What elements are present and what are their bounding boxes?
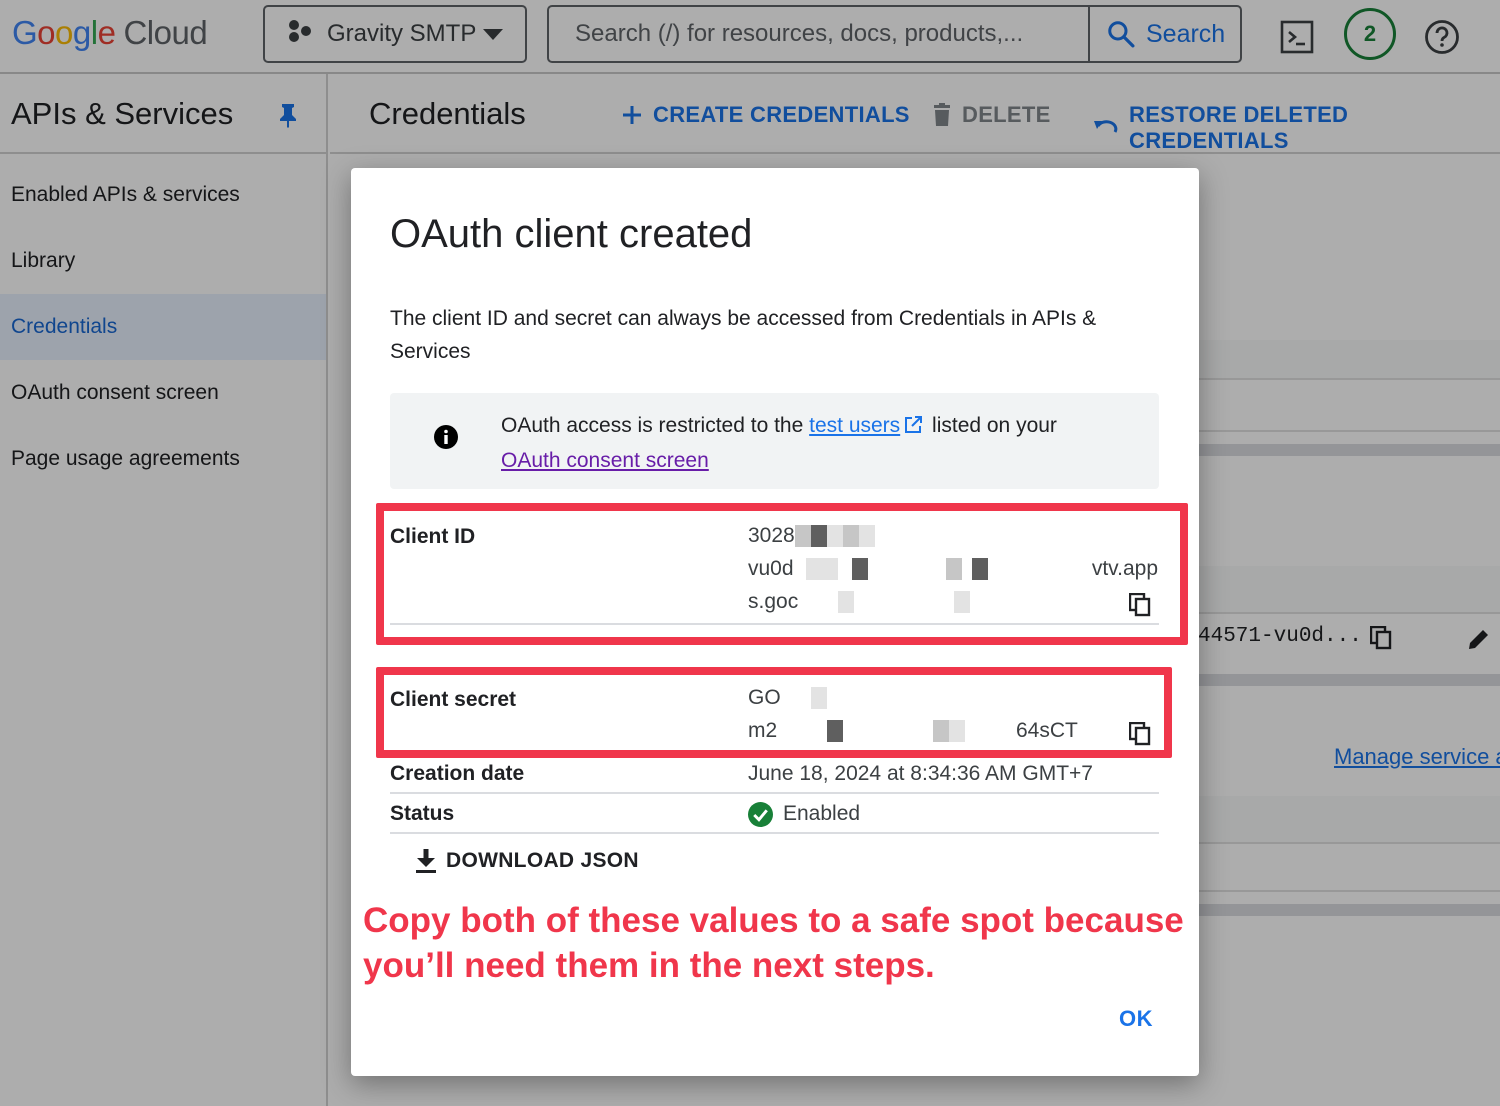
status-text: Enabled xyxy=(783,802,861,825)
info-icon xyxy=(434,425,458,454)
client-id-highlight xyxy=(376,503,1188,645)
instruction-callout: Copy both of these values to a safe spot… xyxy=(363,901,1184,985)
download-json-button[interactable]: DOWNLOAD JSON xyxy=(416,849,639,873)
notice-text-part: listed on your xyxy=(926,414,1057,437)
notice-text: OAuth access is restricted to the test u… xyxy=(501,409,1141,477)
external-link-icon[interactable] xyxy=(904,411,923,444)
oauth-consent-screen-link[interactable]: OAuth consent screen xyxy=(501,449,709,472)
download-icon xyxy=(416,849,436,873)
status-row: Status Enabled xyxy=(390,796,1159,834)
ok-button[interactable]: OK xyxy=(1119,1006,1153,1032)
creation-date-value: June 18, 2024 at 8:34:36 AM GMT+7 xyxy=(748,762,1093,785)
dialog-title: OAuth client created xyxy=(390,212,753,256)
test-users-link[interactable]: test users xyxy=(809,414,900,437)
info-notice: OAuth access is restricted to the test u… xyxy=(390,393,1159,489)
status-label: Status xyxy=(390,802,455,825)
creation-date-label: Creation date xyxy=(390,762,525,785)
dialog-description: The client ID and secret can always be a… xyxy=(390,307,1097,363)
creation-date-row: Creation date June 18, 2024 at 8:34:36 A… xyxy=(390,756,1159,794)
client-secret-highlight xyxy=(376,667,1172,758)
notice-text-part: OAuth access is restricted to the xyxy=(501,414,810,437)
status-value: Enabled xyxy=(748,797,860,830)
check-circle-icon xyxy=(748,802,773,837)
download-json-label: DOWNLOAD JSON xyxy=(446,849,639,872)
